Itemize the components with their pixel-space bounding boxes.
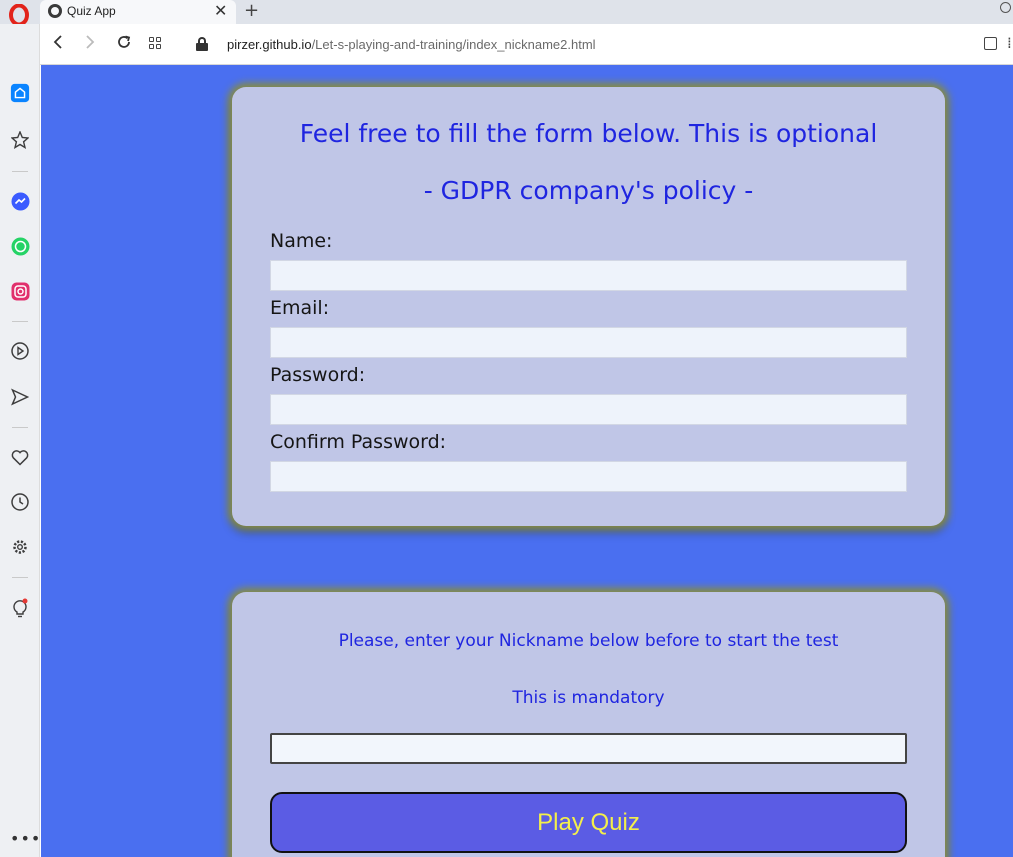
sidebar: ••• [0,24,40,857]
name-input[interactable] [270,260,907,291]
tab-strip: Quiz App ✕ + [0,0,1013,26]
gdpr-subheading: - GDPR company's policy - [423,176,754,205]
tabs-grid-icon[interactable] [149,37,162,50]
address-bar: pirzer.github.io/Let-s-playing-and-train… [40,24,1013,65]
page-body: Feel free to fill the form below. This i… [41,65,1013,857]
confirm-password-input[interactable] [270,461,907,492]
chevron-right-icon [86,35,95,49]
settings-icon[interactable] [10,537,30,557]
email-input[interactable] [270,327,907,358]
confirm-password-label: Confirm Password: [270,431,447,453]
nickname-input[interactable] [270,733,907,764]
more-icon[interactable]: ••• [10,829,41,848]
nickname-card: Please, enter your Nickname below before… [232,592,945,857]
github-icon [48,4,62,18]
whatsapp-icon[interactable] [10,236,30,256]
mandatory-note: This is mandatory [512,688,665,708]
email-label: Email: [270,297,330,319]
play-quiz-button[interactable]: Play Quiz [270,792,907,853]
tab-title: Quiz App [67,4,116,18]
nickname-prompt: Please, enter your Nickname below before… [338,631,839,651]
reload-button[interactable] [116,34,132,55]
tab-close-icon[interactable]: ✕ [214,1,227,20]
lock-icon[interactable] [196,37,208,51]
new-tab-button[interactable]: + [244,0,259,21]
forward-button[interactable] [84,34,96,55]
instagram-icon[interactable] [10,281,30,301]
menu-icon[interactable]: ⁞ [1007,34,1012,52]
reload-icon [118,35,131,48]
name-label: Name: [270,230,333,252]
password-label: Password: [270,364,366,386]
tab-search-icon[interactable] [1000,2,1011,13]
form-heading: Feel free to fill the form below. This i… [299,119,878,148]
home-icon[interactable] [10,83,30,103]
chevron-left-icon [53,35,62,49]
snapshot-icon[interactable] [984,37,997,50]
url-host: pirzer.github.io [227,37,312,52]
back-button[interactable] [52,34,64,55]
history-icon[interactable] [10,492,30,512]
optional-form-card: Feel free to fill the form below. This i… [232,87,945,526]
opera-logo-icon[interactable] [9,4,29,26]
flow-send-icon[interactable] [10,387,30,407]
messenger-icon[interactable] [10,191,30,211]
url-path: /Let-s-playing-and-training/index_nickna… [311,37,596,52]
speed-dial-icon[interactable] [10,130,30,150]
password-input[interactable] [270,394,907,425]
url-field[interactable]: pirzer.github.io/Let-s-playing-and-train… [227,37,596,52]
lightbulb-icon[interactable] [10,598,30,618]
heart-icon[interactable] [10,447,30,467]
player-icon[interactable] [10,341,30,361]
tab-quiz-app[interactable]: Quiz App ✕ [40,0,236,24]
